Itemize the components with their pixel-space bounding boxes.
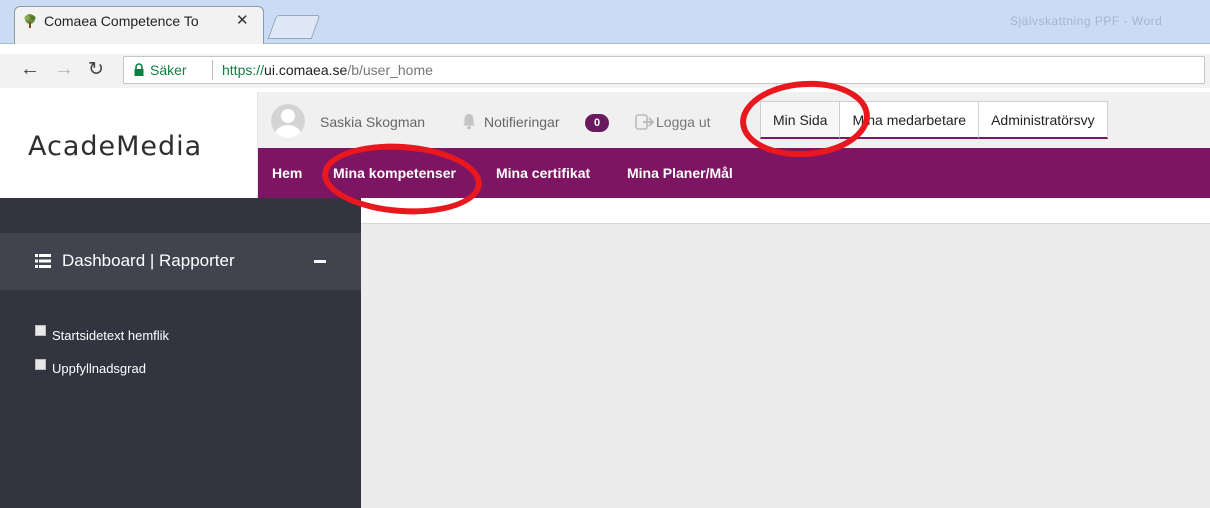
notifications-link[interactable]: Notifieringar bbox=[484, 114, 559, 130]
tree-favicon-icon bbox=[24, 14, 36, 28]
content-header-strip bbox=[361, 198, 1210, 224]
list-icon bbox=[35, 254, 51, 268]
nav-item-hem[interactable]: Hem bbox=[272, 165, 302, 181]
sidebar-item-uppfyllnadsgrad[interactable]: Uppfyllnadsgrad bbox=[52, 361, 146, 376]
new-tab-button[interactable] bbox=[267, 15, 321, 39]
browser-tab-title: Comaea Competence To bbox=[44, 13, 199, 29]
back-arrow-icon[interactable]: ← bbox=[20, 58, 40, 81]
nav-item-mina-planer[interactable]: Mina Planer/Mål bbox=[627, 165, 733, 181]
user-name[interactable]: Saskia Skogman bbox=[320, 114, 425, 130]
main-content bbox=[361, 198, 1210, 508]
checkbox-uppfyllnadsgrad[interactable] bbox=[35, 359, 46, 370]
checkbox-startsidetext[interactable] bbox=[35, 325, 46, 336]
academedia-logo[interactable]: AcadeMedia bbox=[28, 131, 202, 162]
reload-icon[interactable]: ↻ bbox=[88, 58, 104, 81]
lock-icon bbox=[134, 63, 144, 76]
forward-arrow-icon[interactable]: → bbox=[54, 58, 74, 81]
logout-link[interactable]: Logga ut bbox=[656, 114, 711, 130]
bell-icon bbox=[463, 114, 475, 130]
sidebar-section-title: Dashboard | Rapporter bbox=[62, 251, 235, 270]
close-tab-icon[interactable]: ✕ bbox=[236, 11, 249, 29]
sidebar-item-startsidetext[interactable]: Startsidetext hemflik bbox=[52, 328, 169, 343]
window-title: Självskattning PPF - Word bbox=[1010, 14, 1163, 28]
notifications-badge: 0 bbox=[585, 114, 609, 132]
nav-item-mina-certifikat[interactable]: Mina certifikat bbox=[496, 165, 590, 181]
logout-icon bbox=[635, 114, 655, 130]
address-separator bbox=[212, 60, 213, 80]
collapse-minus-icon[interactable] bbox=[314, 260, 326, 263]
url-text[interactable]: https://ui.comaea.se/b/user_home bbox=[222, 62, 433, 78]
tab-administratorsvy[interactable]: Administratörsvy bbox=[979, 101, 1108, 139]
secure-label: Säker bbox=[150, 62, 187, 78]
avatar[interactable] bbox=[271, 104, 305, 138]
